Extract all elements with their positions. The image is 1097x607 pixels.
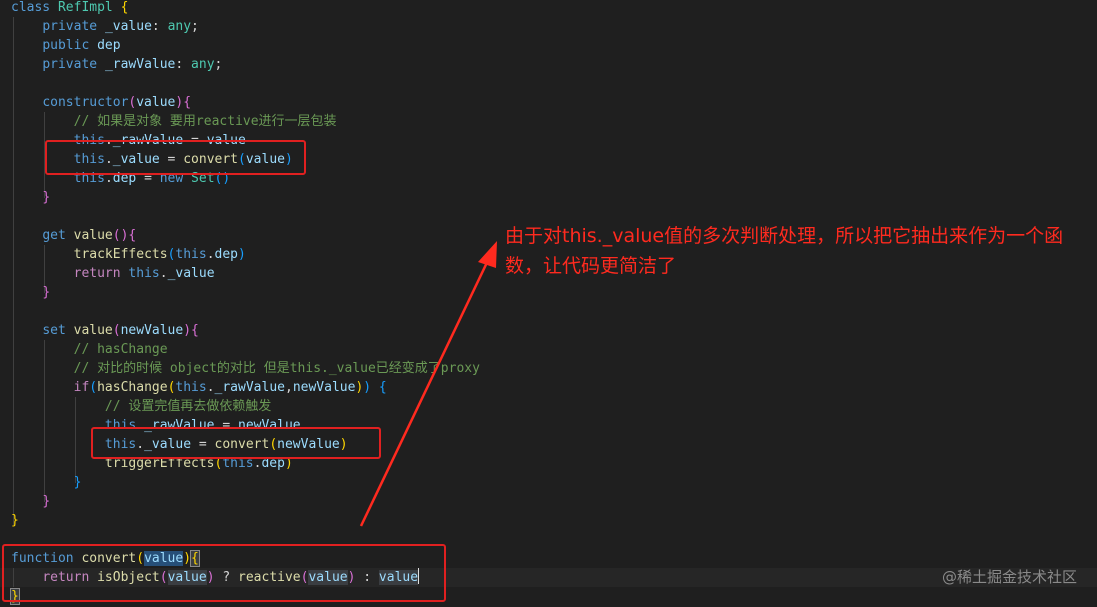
arrow-head [478,241,497,268]
annotation-text: 由于对this._value值的多次判断处理，所以把它抽出来作为一个函数，让代码… [505,225,1064,277]
watermark: @稀土掘金技术社区 [941,568,1077,586]
annotation-arrow [359,241,497,527]
arrow-line [359,251,494,527]
